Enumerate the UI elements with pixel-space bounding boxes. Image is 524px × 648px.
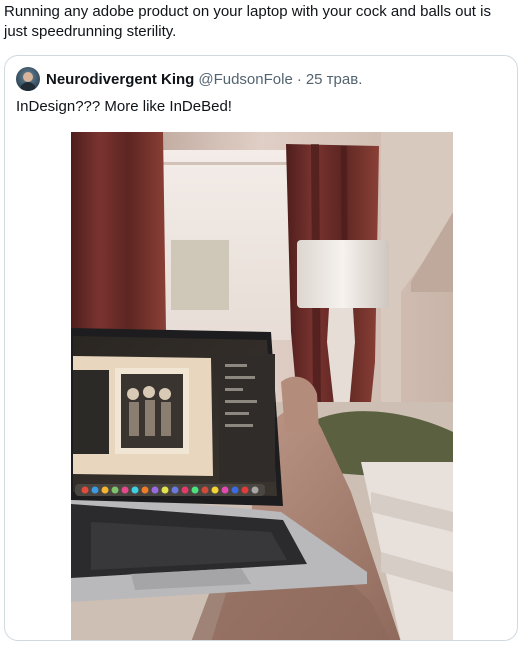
display-name[interactable]: Neurodivergent King (46, 71, 194, 88)
tweet-date[interactable]: 25 трав. (306, 71, 363, 88)
quoted-tweet-text: InDesign??? More like InDeBed! (16, 98, 232, 115)
tweet-text: Running any adobe product on your laptop… (4, 3, 491, 40)
quoted-tweet-header: Neurodivergent King @FudsonFole · 25 тра… (16, 67, 362, 91)
tweet-photo[interactable] (71, 132, 453, 640)
separator-dot: · (296, 70, 302, 88)
photo-illustration (71, 132, 453, 640)
quoted-tweet-card[interactable]: Neurodivergent King @FudsonFole · 25 тра… (4, 55, 518, 641)
user-handle[interactable]: @FudsonFole (198, 71, 292, 88)
avatar[interactable] (16, 67, 40, 91)
